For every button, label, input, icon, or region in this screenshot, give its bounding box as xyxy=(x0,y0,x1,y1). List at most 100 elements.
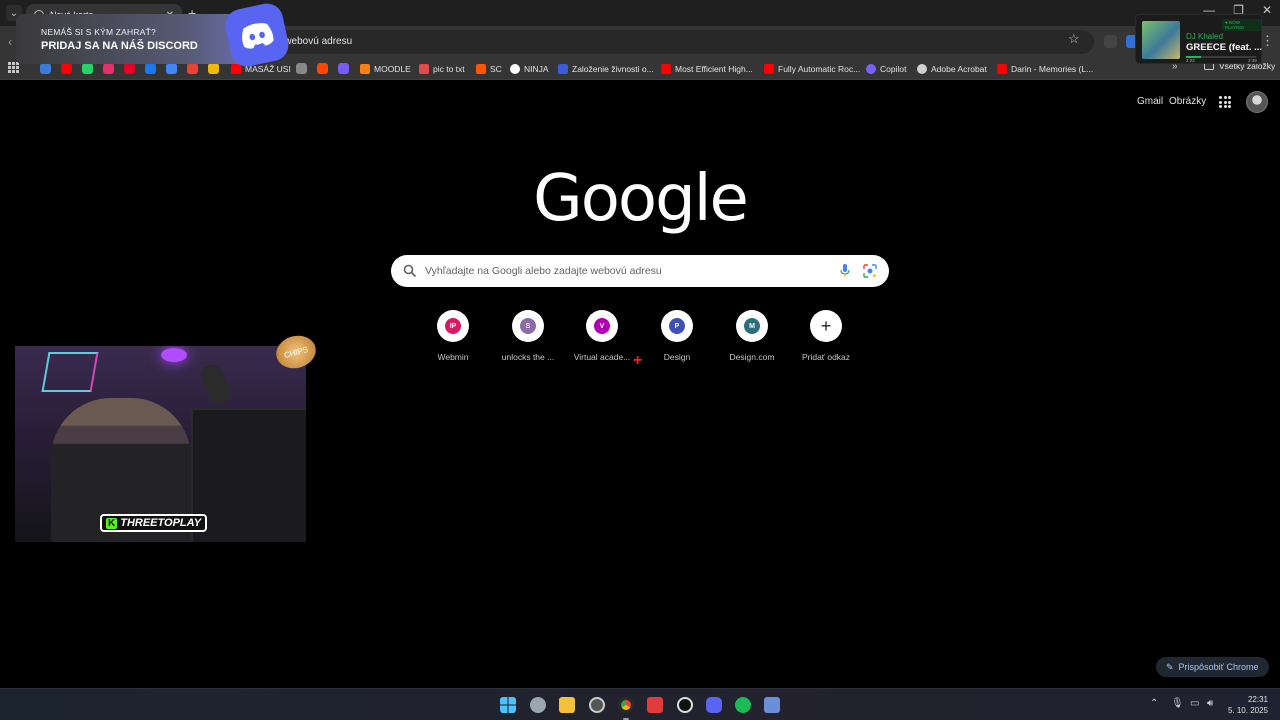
search-box[interactable] xyxy=(391,255,889,287)
recording-app-icon[interactable] xyxy=(647,697,663,713)
bookmark-zivnost[interactable]: Založenie živnosti o... xyxy=(558,61,654,77)
shortcut-label: unlocks the ... xyxy=(501,352,555,362)
bookmark-moodle[interactable]: MOODLE xyxy=(360,61,411,77)
globe-icon xyxy=(917,64,927,74)
bookmark-label: Most Efficient High... xyxy=(675,64,753,74)
youtube-icon xyxy=(997,64,1007,74)
shortcut-tile: M xyxy=(736,310,768,342)
file-explorer-icon[interactable] xyxy=(559,697,575,713)
image-icon xyxy=(419,64,429,74)
bookmark-pic-to-txt[interactable]: pic to txt xyxy=(419,61,465,77)
bookmark-icon[interactable] xyxy=(317,63,328,74)
close-window-button[interactable]: ✕ xyxy=(1262,3,1272,17)
bookmark-label: Fully Automatic Roc... xyxy=(778,64,861,74)
bookmark-label: Založenie živnosti o... xyxy=(572,64,654,74)
shortcut-tile: + xyxy=(810,310,842,342)
network-icon[interactable]: ▭ xyxy=(1190,698,1199,709)
search-icon xyxy=(403,264,417,278)
customize-chrome-button[interactable]: ✎ Prispôsobiť Chrome xyxy=(1156,657,1269,677)
microphone-icon[interactable] xyxy=(840,264,850,278)
bookmark-icon[interactable] xyxy=(208,63,219,74)
bookmark-icon[interactable] xyxy=(61,63,72,74)
bookmark-icon[interactable] xyxy=(145,63,156,74)
moodle-icon xyxy=(360,64,370,74)
soundcloud-icon xyxy=(476,64,486,74)
app-icon[interactable] xyxy=(589,697,605,713)
app-icon[interactable] xyxy=(764,697,780,713)
chrome-menu-icon[interactable]: ⋮ xyxy=(1261,33,1274,49)
obs-icon[interactable] xyxy=(677,697,693,713)
google-apps-icon[interactable] xyxy=(1219,96,1231,108)
clock-time: 22:31 xyxy=(1247,695,1268,704)
shortcut-tile: S xyxy=(512,310,544,342)
shortcut-favicon-icon: P xyxy=(669,318,685,334)
shortcut-favicon-icon: M xyxy=(744,318,760,334)
bookmark-star-icon[interactable]: ☆ xyxy=(1068,31,1080,47)
images-link[interactable]: Obrázky xyxy=(1169,96,1206,107)
channel-name-tag: K THREETOPLAY xyxy=(100,514,208,532)
bookmark-icon[interactable] xyxy=(338,63,349,74)
purple-light xyxy=(161,348,187,362)
now-playing-elapsed: 2:22 xyxy=(1186,58,1195,63)
shortcut-virtual-academy[interactable]: V Virtual acade... xyxy=(565,310,639,362)
webcam-overlay: K THREETOPLAY xyxy=(15,346,306,542)
bookmark-darin-memories[interactable]: Darin - Memories (L... xyxy=(997,61,1093,77)
volume-icon[interactable]: 🔊︎ xyxy=(1207,698,1213,709)
clock-date: 5. 10. 2025 xyxy=(1227,706,1268,715)
shortcut-label: Webmin xyxy=(437,352,469,362)
bookmark-label: NINJA xyxy=(524,64,549,74)
discord-line1: NEMÁŠ SI S KÝM ZAHRAŤ? xyxy=(41,27,156,37)
bookmark-icon[interactable] xyxy=(40,63,51,74)
bookmark-adobe-acrobat[interactable]: Adobe Acrobat xyxy=(917,61,987,77)
now-playing-total: 3:39 xyxy=(1248,58,1257,63)
account-avatar[interactable] xyxy=(1246,91,1268,113)
shortcut-tile: IP xyxy=(437,310,469,342)
search-input[interactable] xyxy=(425,255,825,287)
bookmark-icon[interactable] xyxy=(124,63,135,74)
shortcut-unlocks[interactable]: S unlocks the ... xyxy=(491,310,565,362)
youtube-icon xyxy=(661,64,671,74)
extension-icon[interactable] xyxy=(1104,35,1117,48)
bookmark-icon[interactable] xyxy=(296,63,307,74)
shortcut-label: Design.com xyxy=(729,352,775,362)
channel-name: THREETOPLAY xyxy=(120,517,202,529)
copilot-icon xyxy=(866,64,876,74)
windows-start-icon[interactable] xyxy=(500,697,516,713)
apps-icon[interactable] xyxy=(8,62,19,73)
bookmark-fully-automatic[interactable]: Fully Automatic Roc... xyxy=(764,61,860,77)
plus-icon: + xyxy=(820,316,832,336)
shortcut-favicon-icon: IP xyxy=(445,318,461,334)
cursor-crosshair-icon: + xyxy=(633,352,643,369)
clock[interactable]: 22:31 5. 10. 2025 xyxy=(1226,694,1268,716)
bookmark-label: Adobe Acrobat xyxy=(931,64,987,74)
bookmark-ninja[interactable]: NINJA xyxy=(510,61,549,77)
discord-icon[interactable] xyxy=(706,697,722,713)
pencil-icon: ✎ xyxy=(1166,661,1174,672)
shortcut-webmin[interactable]: IP Webmin xyxy=(416,310,490,362)
bookmark-most-efficient[interactable]: Most Efficient High... xyxy=(661,61,753,77)
document-icon xyxy=(558,64,568,74)
back-button[interactable]: ‹ xyxy=(8,34,12,49)
spotify-icon[interactable] xyxy=(735,697,751,713)
bookmark-icon[interactable] xyxy=(187,63,198,74)
tray-overflow-icon[interactable]: ⌃ xyxy=(1150,698,1158,709)
chrome-icon[interactable] xyxy=(618,697,634,713)
discord-glyph-icon xyxy=(242,23,274,49)
bookmark-icon[interactable] xyxy=(103,63,114,74)
bookmark-copilot[interactable]: Copilot xyxy=(866,61,906,77)
discord-line2: PRIDAJ SA NA NÁŠ DISCORD xyxy=(41,40,198,52)
monitor xyxy=(191,408,306,542)
shortcut-design-com[interactable]: M Design.com xyxy=(715,310,789,362)
shortcut-tile: P xyxy=(661,310,693,342)
bookmark-icon[interactable] xyxy=(166,63,177,74)
microphone-tray-icon[interactable]: 🎙︎ xyxy=(1171,698,1184,709)
settings-gear-icon[interactable] xyxy=(530,697,546,713)
shortcut-design[interactable]: P Design xyxy=(640,310,714,362)
bookmark-sc[interactable]: SC xyxy=(476,61,502,77)
bookmark-icon[interactable] xyxy=(82,63,93,74)
neon-sign xyxy=(41,352,99,392)
google-lens-icon[interactable] xyxy=(863,264,877,278)
gmail-link[interactable]: Gmail xyxy=(1137,96,1163,107)
google-logo: Google xyxy=(533,162,749,236)
shortcut-add[interactable]: + Pridať odkaz xyxy=(789,310,863,362)
